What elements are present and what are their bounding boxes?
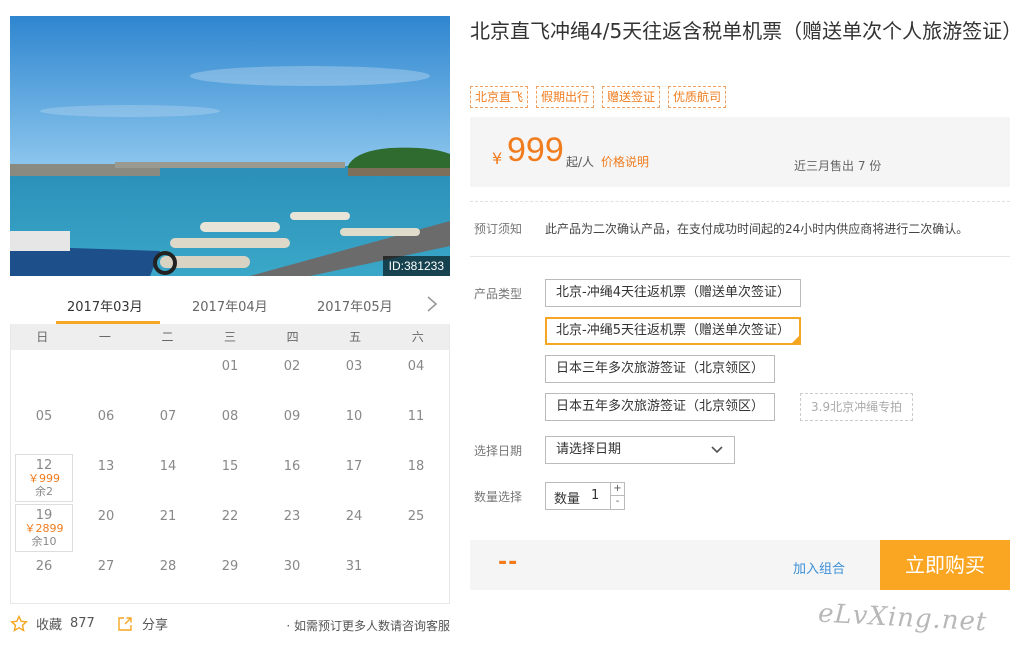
total-price: --: [498, 550, 519, 575]
calendar-day-available-12[interactable]: 12 ￥999 余2: [15, 454, 73, 502]
tag-direct-flight: 北京直飞: [470, 86, 529, 108]
calendar-day: 25: [407, 509, 425, 524]
quantity-decrease-button[interactable]: -: [610, 496, 624, 509]
divider: [470, 201, 1010, 202]
share-label: 分享: [142, 618, 169, 633]
consult-note: · 如需预订更多人数请咨询客服: [286, 619, 450, 633]
calendar-day: 22: [221, 509, 239, 524]
weekday-thu: 四: [286, 330, 299, 344]
calendar-day: 23: [283, 509, 301, 524]
calendar-day: 16: [283, 459, 301, 474]
tag-visa: 赠送签证: [602, 86, 661, 108]
product-type-option-4[interactable]: 日本五年多次旅游签证（北京领区）: [545, 393, 776, 421]
calendar-day: 18: [407, 459, 425, 474]
favorite-label: 收藏: [36, 618, 63, 633]
calendar-day: 14: [159, 459, 177, 474]
weekday-sun: 日: [36, 330, 49, 344]
calendar-day: 08: [221, 409, 239, 424]
day-remaining: 余2: [35, 485, 53, 498]
photo-id-label: ID:381233: [382, 256, 450, 276]
quantity-label: 数量选择: [474, 490, 523, 504]
share-button[interactable]: 分享: [116, 614, 168, 633]
star-icon: [10, 614, 28, 632]
watermark: eLvXing.net: [817, 598, 989, 638]
product-title: 北京直飞冲绳4/5天往返含税单机票（赠送单次个人旅游签证）: [470, 19, 1022, 43]
weekday-fri: 五: [349, 330, 362, 344]
weekday-mon: 一: [98, 330, 111, 344]
calendar-day: 03: [345, 359, 363, 374]
calendar-day: 21: [159, 509, 177, 524]
seascape-image: [10, 16, 450, 276]
special-offer-tag: 3.9北京冲绳专拍: [800, 393, 914, 421]
calendar-day: 30: [283, 559, 301, 574]
calendar-day: 02: [283, 359, 301, 374]
product-photo: ID:381233: [10, 16, 450, 276]
calendar-day: 27: [97, 559, 115, 574]
calendar-day: 11: [407, 409, 425, 424]
calendar-day: 31: [345, 559, 363, 574]
calendar-day: 10: [345, 409, 363, 424]
calendar-day: 07: [159, 409, 177, 424]
price-explain-link[interactable]: 价格说明: [601, 153, 649, 170]
calendar-day: 06: [97, 409, 115, 424]
calendar-day: 01: [221, 359, 239, 374]
day-remaining: 余10: [31, 535, 57, 548]
calendar-day: 20: [97, 509, 115, 524]
price-currency: ¥: [492, 149, 503, 168]
share-icon: [118, 616, 132, 631]
weekday-header: 日 一 二 三 四 五 六: [11, 324, 449, 350]
calendar-day: 09: [283, 409, 301, 424]
date-calendar: 日 一 二 三 四 五 六 01 02 03 04 05 06 07 08 09…: [10, 324, 450, 604]
add-combo-link[interactable]: 加入组合: [793, 558, 845, 577]
product-type-option-1[interactable]: 北京-冲绳4天往返机票（赠送单次签证）: [545, 279, 801, 307]
purchase-bar: -- 加入组合 立即购买: [470, 540, 1010, 590]
weekday-tue: 二: [161, 330, 174, 344]
tab-month-3[interactable]: 2017年05月: [317, 296, 393, 315]
date-select-value: 请选择日期: [556, 442, 622, 457]
tab-month-2[interactable]: 2017年04月: [192, 296, 268, 315]
calendar-day: 04: [407, 359, 425, 374]
tag-holiday: 假期出行: [536, 86, 595, 108]
product-type-option-2[interactable]: 北京-冲绳5天往返机票（赠送单次签证）: [545, 317, 801, 345]
sold-count: 近三月售出 7 份: [794, 159, 882, 173]
price-panel: ¥ 999 起/人 价格说明 近三月售出 7 份: [470, 117, 1010, 187]
weekday-sat: 六: [411, 330, 424, 344]
product-tags: 北京直飞 假期出行 赠送签证 优质航司: [470, 86, 727, 108]
day-price: ￥2899: [24, 522, 64, 535]
price-value: 999: [507, 131, 564, 169]
calendar-day: 15: [221, 459, 239, 474]
price-unit: 起/人: [566, 155, 595, 169]
calendar-day: 05: [35, 409, 53, 424]
quantity-field-label: 数量: [554, 492, 581, 507]
calendar-day: 29: [221, 559, 239, 574]
date-label: 选择日期: [474, 444, 523, 458]
buy-now-button[interactable]: 立即购买: [880, 540, 1010, 590]
month-tabs: 2017年03月 2017年04月 2017年05月: [10, 286, 450, 324]
calendar-day-available-19[interactable]: 19 ￥2899 余10: [15, 504, 73, 552]
tab-month-1[interactable]: 2017年03月: [67, 296, 143, 315]
weekday-wed: 三: [224, 330, 237, 344]
calendar-day: 26: [35, 559, 53, 574]
chevron-right-icon[interactable]: [424, 294, 440, 314]
calendar-day: 13: [97, 459, 115, 474]
quantity-value[interactable]: 1: [591, 488, 599, 503]
product-type-label: 产品类型: [474, 287, 523, 301]
quantity-stepper: 数量 1 + -: [545, 482, 625, 510]
calendar-day: 24: [345, 509, 363, 524]
calendar-day: 28: [159, 559, 177, 574]
calendar-day: 17: [345, 459, 363, 474]
quantity-increase-button[interactable]: +: [610, 483, 624, 496]
product-actions-bar: 收藏 877 分享 · 如需预订更多人数请咨询客服: [10, 612, 450, 636]
favorite-count: 877: [70, 616, 95, 631]
date-select[interactable]: 请选择日期: [545, 436, 735, 464]
chevron-down-icon: [711, 446, 723, 454]
tag-airline: 优质航司: [668, 86, 727, 108]
divider: [470, 256, 1010, 257]
favorite-button[interactable]: 收藏 877: [10, 614, 95, 633]
notice-text: 此产品为二次确认产品，在支付成功时间起的24小时内供应商将进行二次确认。: [545, 222, 969, 236]
product-type-option-3[interactable]: 日本三年多次旅游签证（北京领区）: [545, 355, 776, 383]
day-price: ￥999: [28, 472, 60, 485]
notice-label: 预订须知: [474, 222, 523, 236]
